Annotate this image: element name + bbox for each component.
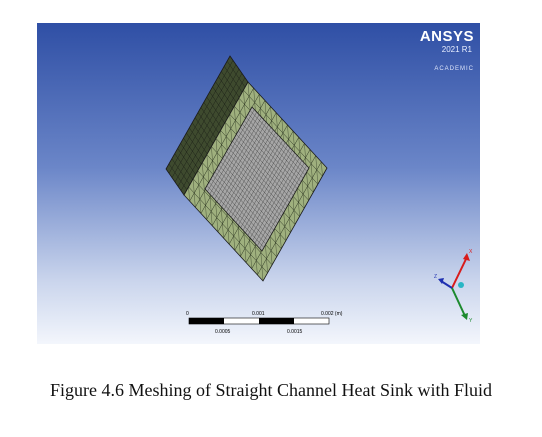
- scale-label-00015: 0.0015: [287, 329, 303, 335]
- mesh-view: 0 0.001 0.002 (m) 0.0005 0.0015 X Y Z: [165, 55, 473, 335]
- graphics-viewport[interactable]: 0 0.001 0.002 (m) 0.0005 0.0015 X Y Z AN…: [37, 23, 480, 344]
- axis-triad: X Y Z: [434, 249, 473, 324]
- ansys-edition: ACADEMIC: [434, 66, 474, 72]
- ansys-version: 2021 R1: [441, 45, 472, 54]
- ansys-logo: ANSYS: [419, 28, 474, 45]
- scale-label-0001: 0.001: [252, 311, 265, 317]
- triad-y-label: Y: [469, 318, 473, 324]
- triad-z-label: Z: [434, 274, 437, 280]
- triad-x-label: X: [469, 249, 473, 255]
- scale-label-00005: 0.0005: [215, 329, 231, 335]
- scale-bar: 0 0.001 0.002 (m) 0.0005 0.0015: [186, 311, 343, 335]
- scale-label-0002: 0.002 (m): [321, 311, 343, 317]
- figure-caption: Figure 4.6 Meshing of Straight Channel H…: [50, 380, 492, 400]
- scale-label-0: 0: [186, 311, 189, 317]
